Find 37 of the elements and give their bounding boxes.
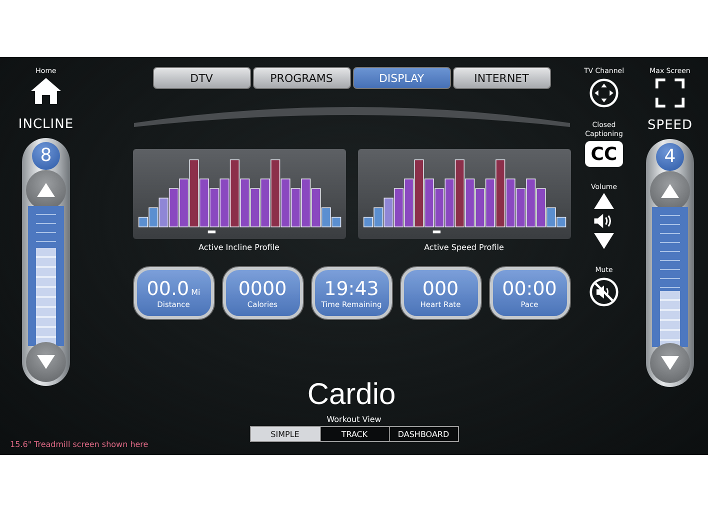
speed-slider[interactable]: 4 xyxy=(646,139,694,387)
chart-caption: Active Incline Profile xyxy=(198,243,280,252)
up-arrow-icon xyxy=(660,183,680,199)
fullscreen-icon[interactable] xyxy=(655,78,685,108)
speed-down-button[interactable] xyxy=(650,343,690,383)
metric-value: 00:00 xyxy=(502,278,557,300)
view-option[interactable]: SIMPLE xyxy=(250,427,320,441)
incline-slider[interactable]: 8 xyxy=(22,138,70,386)
footnote: 15.6" Treadmill screen shown here xyxy=(10,440,148,449)
nav-tab[interactable]: INTERNET xyxy=(452,67,550,89)
up-arrow-icon xyxy=(36,182,56,198)
closed-captioning-button[interactable]: CC xyxy=(585,141,623,167)
speed-value: 4 xyxy=(656,143,684,171)
chart-caption: Active Speed Profile xyxy=(424,243,504,252)
nav-tab[interactable]: PROGRAMS xyxy=(252,67,350,89)
view-option[interactable]: TRACK xyxy=(320,427,388,441)
speed-title: SPEED xyxy=(647,118,693,133)
metric-value: 000 xyxy=(422,278,459,300)
down-arrow-icon xyxy=(660,355,680,371)
workout-name: Cardio xyxy=(307,378,396,412)
metric-value: 0000 xyxy=(238,278,287,300)
metric-unit: Mi xyxy=(191,288,200,296)
directional-pad-icon[interactable] xyxy=(589,78,619,108)
down-arrow-icon xyxy=(36,354,56,370)
metric-value: 19:43 xyxy=(324,278,379,300)
mute-icon[interactable] xyxy=(589,277,619,307)
home-icon[interactable] xyxy=(30,77,62,105)
workout-view-label: Workout View xyxy=(326,415,382,424)
metric-value: 00.0 xyxy=(146,278,190,300)
nav-tab[interactable]: DTV xyxy=(152,67,250,89)
view-option[interactable]: DASHBOARD xyxy=(388,427,458,441)
incline-down-button[interactable] xyxy=(26,342,66,382)
volume-down-button[interactable] xyxy=(593,232,615,250)
volume-up-button[interactable] xyxy=(593,192,615,210)
nav-tab[interactable]: DISPLAY xyxy=(352,67,450,89)
incline-value: 8 xyxy=(32,142,60,170)
incline-title: INCLINE xyxy=(18,117,74,132)
